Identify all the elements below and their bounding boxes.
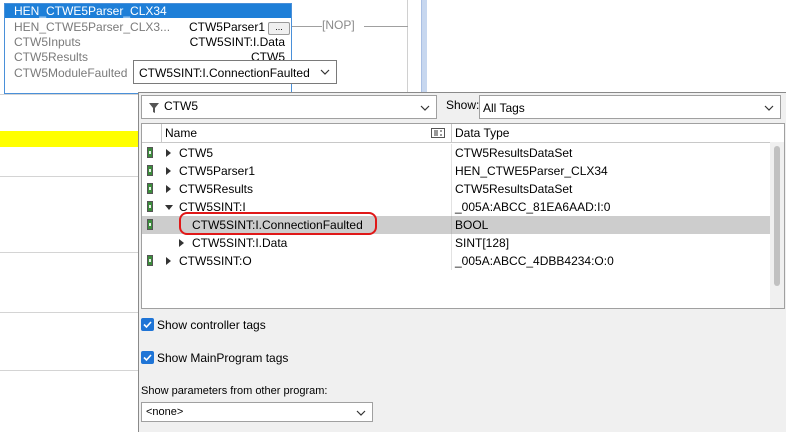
rung-divider (0, 176, 140, 177)
param-name: HEN_CTWE5Parser_CLX3... (14, 20, 171, 34)
param-name: CTW5ModuleFaulted (14, 66, 128, 80)
vertical-scrollbar[interactable] (770, 142, 784, 308)
tag-row[interactable]: CTW5 CTW5ResultsDataSet (142, 144, 770, 162)
pane-divider (407, 0, 408, 94)
rung-divider (0, 312, 140, 313)
tag-marker-icon (147, 201, 153, 212)
rung-divider (0, 94, 140, 95)
ellipsis-button[interactable]: ... (268, 22, 290, 35)
show-value: All Tags (483, 101, 525, 115)
rung-divider (0, 252, 140, 253)
column-marker (142, 124, 162, 142)
params-program-dropdown[interactable]: <none> (141, 402, 373, 422)
tag-name: CTW5SINT:I.Data (192, 236, 288, 250)
rung-wire (364, 26, 408, 27)
tag-type: _005A:ABCC_4DBB4234:O:0 (455, 254, 614, 268)
chevron-down-icon[interactable] (420, 103, 430, 113)
column-type-header[interactable]: Data Type (452, 124, 770, 142)
params-program-value: <none> (146, 406, 184, 418)
tag-browser: CTW5 Show: All Tags Name Data Type CTW5 … (138, 92, 786, 432)
tag-marker-icon (147, 255, 153, 266)
tag-marker-icon (147, 165, 153, 176)
operand-dropdown[interactable]: CTW5SINT:I.ConnectionFaulted (133, 60, 337, 84)
params-from-program-label: Show parameters from other program: (141, 385, 328, 397)
tag-type: SINT[128] (455, 236, 510, 250)
nop-instruction[interactable]: [NOP] (322, 18, 355, 32)
param-value[interactable]: CTW5SINT:I.Data (190, 35, 285, 49)
scrollbar-thumb[interactable] (774, 146, 780, 286)
tag-row[interactable]: CTW5SINT:O _005A:ABCC_4DBB4234:O:0 (142, 252, 770, 270)
tag-type: _005A:ABCC_81EA6AAD:I:0 (455, 200, 611, 214)
chevron-down-icon (764, 105, 774, 111)
show-controller-tags-checkbox[interactable] (141, 318, 154, 331)
tag-filter-input[interactable]: CTW5 (141, 95, 437, 119)
checkbox-checked-icon (143, 321, 152, 329)
expand-down-icon[interactable] (165, 205, 173, 210)
expand-right-icon[interactable] (179, 239, 184, 247)
checkbox-checked-icon (143, 354, 152, 362)
tag-name: CTW5SINT:O (179, 254, 252, 268)
column-name-header[interactable]: Name (162, 124, 452, 142)
tag-name: CTW5Parser1 (179, 164, 256, 178)
rung-wire (292, 26, 322, 27)
operand-value: CTW5SINT:I.ConnectionFaulted (139, 66, 310, 80)
annotation-highlight-ring (179, 212, 377, 235)
rung-divider (0, 370, 140, 371)
tag-type: CTW5ResultsDataSet (455, 146, 573, 160)
expand-right-icon[interactable] (166, 167, 171, 175)
tag-name: CTW5Results (179, 182, 254, 196)
show-mainprogram-tags-checkbox[interactable] (141, 351, 154, 364)
show-label: Show: (446, 98, 480, 112)
tag-filter-value: CTW5 (164, 99, 198, 113)
rung-highlight-band (0, 131, 140, 147)
chevron-down-icon (320, 69, 330, 75)
show-mainprogram-tags-label[interactable]: Show MainProgram tags (157, 351, 288, 365)
tag-row[interactable]: CTW5SINT:I.Data SINT[128] (142, 234, 770, 252)
grid-header: Name Data Type (142, 124, 784, 143)
tag-marker-icon (147, 219, 153, 230)
tag-type: BOOL (455, 218, 489, 232)
tag-row[interactable]: CTW5Results CTW5ResultsDataSet (142, 180, 770, 198)
tag-row[interactable]: CTW5Parser1 HEN_CTWE5Parser_CLX34 (142, 162, 770, 180)
param-name: CTW5Results (14, 50, 89, 64)
tag-name: CTW5 (179, 146, 213, 160)
expand-right-icon[interactable] (166, 185, 171, 193)
param-name: CTW5Inputs (14, 35, 81, 49)
show-dropdown[interactable]: All Tags (479, 95, 781, 119)
expand-right-icon[interactable] (166, 149, 171, 157)
chevron-down-icon (356, 410, 366, 416)
column-filter-icon[interactable] (431, 128, 445, 138)
tag-marker-icon (147, 147, 153, 158)
tag-type: HEN_CTWE5Parser_CLX34 (455, 164, 608, 178)
tag-marker-icon (147, 183, 153, 194)
filter-icon (149, 103, 159, 113)
instruction-title[interactable]: HEN_CTWE5Parser_CLX34 (5, 4, 291, 18)
param-value[interactable]: CTW5Parser1 (189, 20, 265, 34)
pane-splitter[interactable] (421, 0, 427, 94)
expand-right-icon[interactable] (166, 257, 171, 265)
show-controller-tags-label[interactable]: Show controller tags (157, 318, 266, 332)
tag-type: CTW5ResultsDataSet (455, 182, 573, 196)
